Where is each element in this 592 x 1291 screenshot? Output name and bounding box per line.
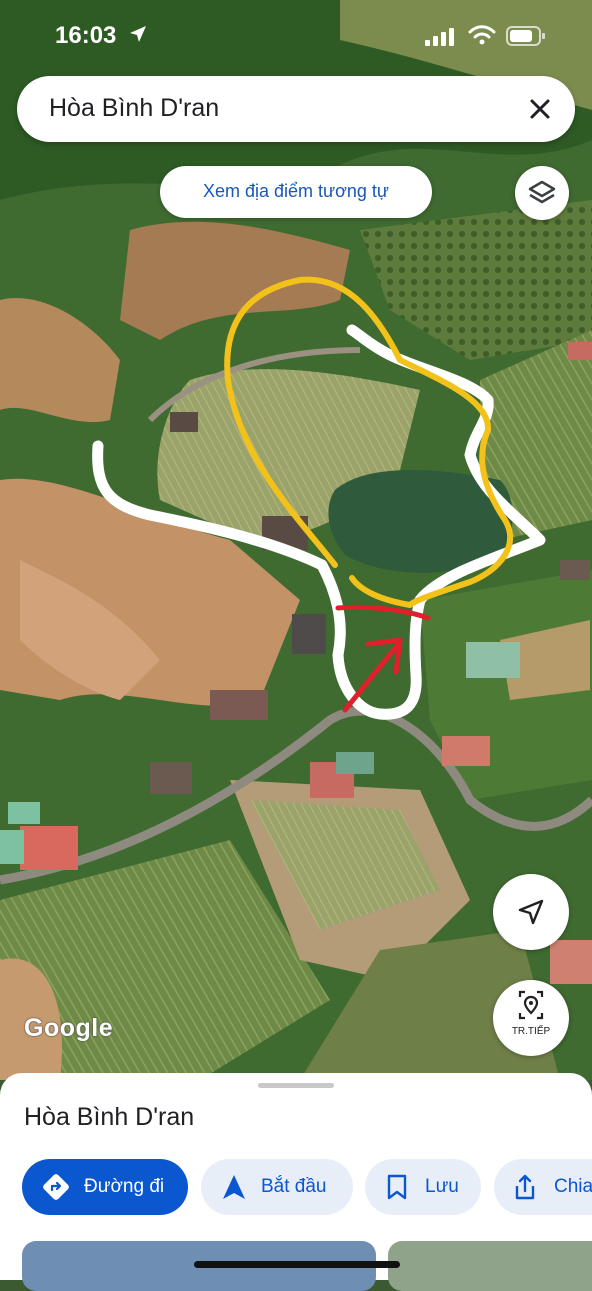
navigation-arrow-icon <box>518 899 544 925</box>
live-view-pin-icon <box>518 990 544 1020</box>
battery-icon <box>506 26 545 46</box>
bookmark-icon <box>387 1174 407 1200</box>
wifi-icon <box>468 25 496 45</box>
place-title: Hòa Bình D'ran <box>24 1103 195 1131</box>
directions-icon <box>43 1174 69 1200</box>
cellular-signal-icon <box>425 28 454 46</box>
sheet-drag-handle[interactable] <box>258 1083 334 1088</box>
live-view-button[interactable]: TR.TIẾP <box>493 980 569 1056</box>
share-button[interactable]: Chia <box>494 1159 592 1215</box>
search-bar[interactable]: Hòa Bình D'ran <box>17 76 575 142</box>
layers-icon <box>528 180 556 204</box>
status-bar: 16:03 <box>0 18 592 54</box>
similar-places-label: Xem địa điểm tương tự <box>203 181 389 201</box>
my-location-button[interactable] <box>493 874 569 950</box>
search-query[interactable]: Hòa Bình D'ran <box>49 94 219 123</box>
directions-label: Đường đi <box>84 1176 165 1197</box>
similar-places-chip[interactable]: Xem địa điểm tương tự <box>160 166 432 218</box>
save-button[interactable]: Lưu <box>365 1159 481 1215</box>
share-label: Chia <box>554 1176 592 1197</box>
navigation-arrow-icon <box>223 1175 245 1199</box>
start-label: Bắt đầu <box>261 1176 327 1197</box>
live-view-label: TR.TIẾP <box>511 1026 551 1037</box>
status-time: 16:03 <box>55 22 117 49</box>
layers-button[interactable] <box>515 166 569 220</box>
google-logo: Google <box>24 1014 114 1042</box>
place-sheet[interactable]: Hòa Bình D'ran Đường đi Bắt đầu Lưu Chia <box>0 1073 592 1291</box>
directions-button[interactable]: Đường đi <box>22 1159 188 1215</box>
save-label: Lưu <box>425 1176 459 1197</box>
photo-thumbnail[interactable] <box>388 1241 592 1291</box>
location-arrow-icon <box>130 26 146 42</box>
start-button[interactable]: Bắt đầu <box>201 1159 353 1215</box>
close-icon[interactable] <box>523 92 557 126</box>
home-indicator[interactable] <box>194 1261 400 1268</box>
share-icon <box>515 1174 535 1200</box>
